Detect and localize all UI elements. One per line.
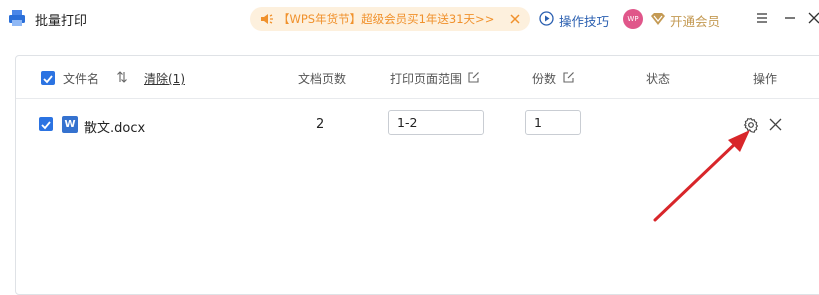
word-file-icon: W <box>62 116 78 133</box>
edit-icon[interactable] <box>563 71 575 83</box>
row-checkbox[interactable] <box>39 117 53 131</box>
promo-text[interactable]: 【WPS年货节】超级会员买1年送31天>> <box>278 11 494 27</box>
promo-banner[interactable]: 【WPS年货节】超级会员买1年送31天>> <box>250 7 530 31</box>
page-count: 2 <box>316 117 325 132</box>
remove-icon[interactable] <box>768 117 783 132</box>
sort-icon[interactable] <box>116 71 128 83</box>
copies-input[interactable] <box>525 110 581 135</box>
settings-icon[interactable] <box>743 117 759 133</box>
file-table: 文件名 清除(1) 文档页数 打印页面范围 份数 状态 操作 W 散文.docx… <box>15 55 819 295</box>
page-range-input[interactable] <box>388 110 484 135</box>
select-all-checkbox[interactable] <box>41 71 55 85</box>
column-range: 打印页面范围 <box>390 72 463 86</box>
tips-link[interactable]: 操作技巧 <box>559 11 609 30</box>
file-name: 散文.docx <box>84 121 146 136</box>
check-icon <box>43 75 53 84</box>
check-icon <box>41 121 51 130</box>
column-actions: 操作 <box>753 72 778 86</box>
avatar[interactable]: WP <box>623 9 643 29</box>
vip-link[interactable]: 开通会员 <box>670 11 720 30</box>
vip-icon[interactable] <box>650 11 666 26</box>
close-window-icon[interactable] <box>806 10 819 26</box>
menu-icon[interactable] <box>754 10 770 26</box>
clear-button[interactable]: 清除(1) <box>144 70 185 87</box>
title-bar: 批量打印 【WPS年货节】超级会员买1年送31天>> 操作技巧 WP 开通会员 <box>0 0 819 36</box>
table-row: W 散文.docx 2 <box>16 100 819 150</box>
column-pages: 文档页数 <box>298 72 347 86</box>
minimize-icon[interactable] <box>782 10 798 26</box>
app-title: 批量打印 <box>35 14 88 29</box>
speaker-icon <box>261 14 273 24</box>
table-header: 文件名 清除(1) 文档页数 打印页面范围 份数 状态 操作 <box>16 56 819 99</box>
play-circle-icon[interactable] <box>539 11 554 26</box>
printer-icon <box>9 10 25 26</box>
column-copies: 份数 <box>532 72 557 86</box>
column-status: 状态 <box>646 72 671 86</box>
column-filename: 文件名 <box>63 72 100 86</box>
edit-icon[interactable] <box>468 71 480 83</box>
close-icon[interactable] <box>508 12 522 26</box>
